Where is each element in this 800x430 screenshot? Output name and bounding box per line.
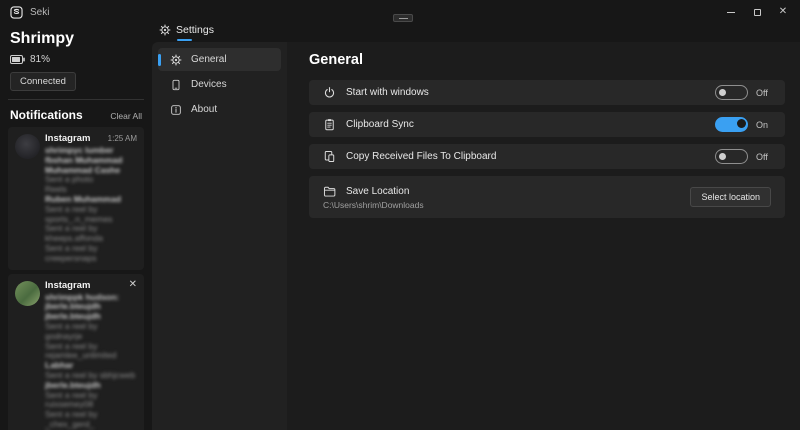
app-title: Seki <box>30 7 49 18</box>
notification-avatar <box>15 281 40 306</box>
tab-settings[interactable]: Settings <box>159 24 214 41</box>
battery-percent: 81% <box>30 54 50 65</box>
sidebar-item-devices[interactable]: Devices <box>158 73 281 96</box>
close-icon: ✕ <box>779 7 787 17</box>
general-settings-panel: General Start with windows Off <box>287 42 800 430</box>
tab-settings-label: Settings <box>176 24 214 36</box>
setting-row-start-with-windows: Start with windows Off <box>309 80 785 105</box>
folder-icon <box>323 185 336 198</box>
minimize-button[interactable] <box>718 2 744 22</box>
clipboard-icon <box>323 118 336 131</box>
notification-line: Sent a reel by ruixsemey08 <box>45 391 137 411</box>
sidebar-item-about[interactable]: About <box>158 98 281 121</box>
settings-nav-panel: General Devices About <box>152 42 287 430</box>
drag-handle-pill[interactable] <box>393 14 413 22</box>
connection-status-badge[interactable]: Connected <box>10 72 76 91</box>
minimize-icon <box>727 12 735 13</box>
battery-status: 81% <box>0 48 152 65</box>
page-title: General <box>309 52 785 68</box>
notification-list: Instagram1:25 AMshrimpyc lumber fbshan M… <box>0 127 152 430</box>
clear-all-link[interactable]: Clear All <box>110 111 142 121</box>
sidebar-item-label: Devices <box>191 79 227 90</box>
toggle-state-label: On <box>756 120 771 130</box>
copy-received-files-toggle[interactable] <box>715 149 748 164</box>
notification-line: Sent a reel by godnayrje <box>45 322 137 342</box>
notification-timestamp: 1:25 AM <box>108 134 137 143</box>
notification-app-name: Instagram <box>45 280 129 291</box>
notification-avatar <box>15 134 40 159</box>
close-button[interactable]: ✕ <box>770 2 796 22</box>
selected-indicator <box>158 54 161 66</box>
notifications-heading: Notifications <box>10 108 83 122</box>
notification-card[interactable]: Instagram✕ shrimppk hudson: jberle.bteujd… <box>8 274 144 430</box>
device-sidebar: Shrimpy 81% Connected Notifications Clea… <box>0 24 152 430</box>
setting-label: Copy Received Files To Clipboard <box>346 151 715 162</box>
setting-label: Start with windows <box>346 87 715 98</box>
info-icon <box>170 104 182 116</box>
seki-logo-icon <box>10 6 23 19</box>
setting-row-clipboard-sync: Clipboard Sync On <box>309 112 785 137</box>
notification-close-icon[interactable]: ✕ <box>129 280 137 290</box>
setting-label: Clipboard Sync <box>346 119 715 130</box>
maximize-icon <box>754 9 761 16</box>
notification-app-name: Instagram <box>45 133 108 144</box>
toggle-state-label: Off <box>756 88 771 98</box>
tab-strip: Settings <box>152 24 800 42</box>
notification-line: Sent a reel by _chex_gerd_ <box>45 410 137 430</box>
start-with-windows-toggle[interactable] <box>715 85 748 100</box>
sidebar-item-label: General <box>191 54 227 65</box>
device-icon <box>170 79 182 91</box>
gear-icon <box>159 24 171 36</box>
clipboard-sync-toggle[interactable] <box>715 117 748 132</box>
notification-line: Sent a reel by sports_.n_memes <box>45 205 137 225</box>
setting-row-save-location: Save Location C:\Users\shrim\Downloads S… <box>309 176 785 218</box>
window-controls: ✕ <box>718 0 796 24</box>
notification-body: shrimppk hudson: jberle.bteujdhjberle.bt… <box>45 293 137 430</box>
notification-line: Sent a reel by kheeps.affonda <box>45 224 137 244</box>
sidebar-item-label: About <box>191 104 217 115</box>
select-location-button[interactable]: Select location <box>690 187 771 207</box>
power-icon <box>323 86 336 99</box>
notification-line: shrimpyc lumber fbshan Muhammad <box>45 146 137 166</box>
notification-line: shrimppk hudson: jberle.bteujdh <box>45 293 137 313</box>
notification-body: shrimpyc lumber fbshan MuhammadMuhammad … <box>45 146 137 264</box>
save-location-path: C:\Users\shrim\Downloads <box>323 200 690 210</box>
device-name: Shrimpy <box>0 28 152 48</box>
sidebar-item-general[interactable]: General <box>158 48 281 71</box>
copy-icon <box>323 150 336 163</box>
toggle-state-label: Off <box>756 152 771 162</box>
active-tab-indicator <box>177 39 192 42</box>
maximize-button[interactable] <box>744 2 770 22</box>
setting-label: Save Location <box>346 186 690 197</box>
notification-line: Sent a reel by rejamlee_unlimited <box>45 342 137 362</box>
gear-icon <box>170 54 182 66</box>
setting-row-copy-received-files: Copy Received Files To Clipboard Off <box>309 144 785 169</box>
notification-line: Sent a reel by creepersnaps <box>45 244 137 264</box>
notification-card[interactable]: Instagram1:25 AM shrimpyc lumber fbshan M… <box>8 127 144 270</box>
title-bar: Seki ✕ <box>0 0 800 24</box>
battery-icon <box>10 55 25 64</box>
